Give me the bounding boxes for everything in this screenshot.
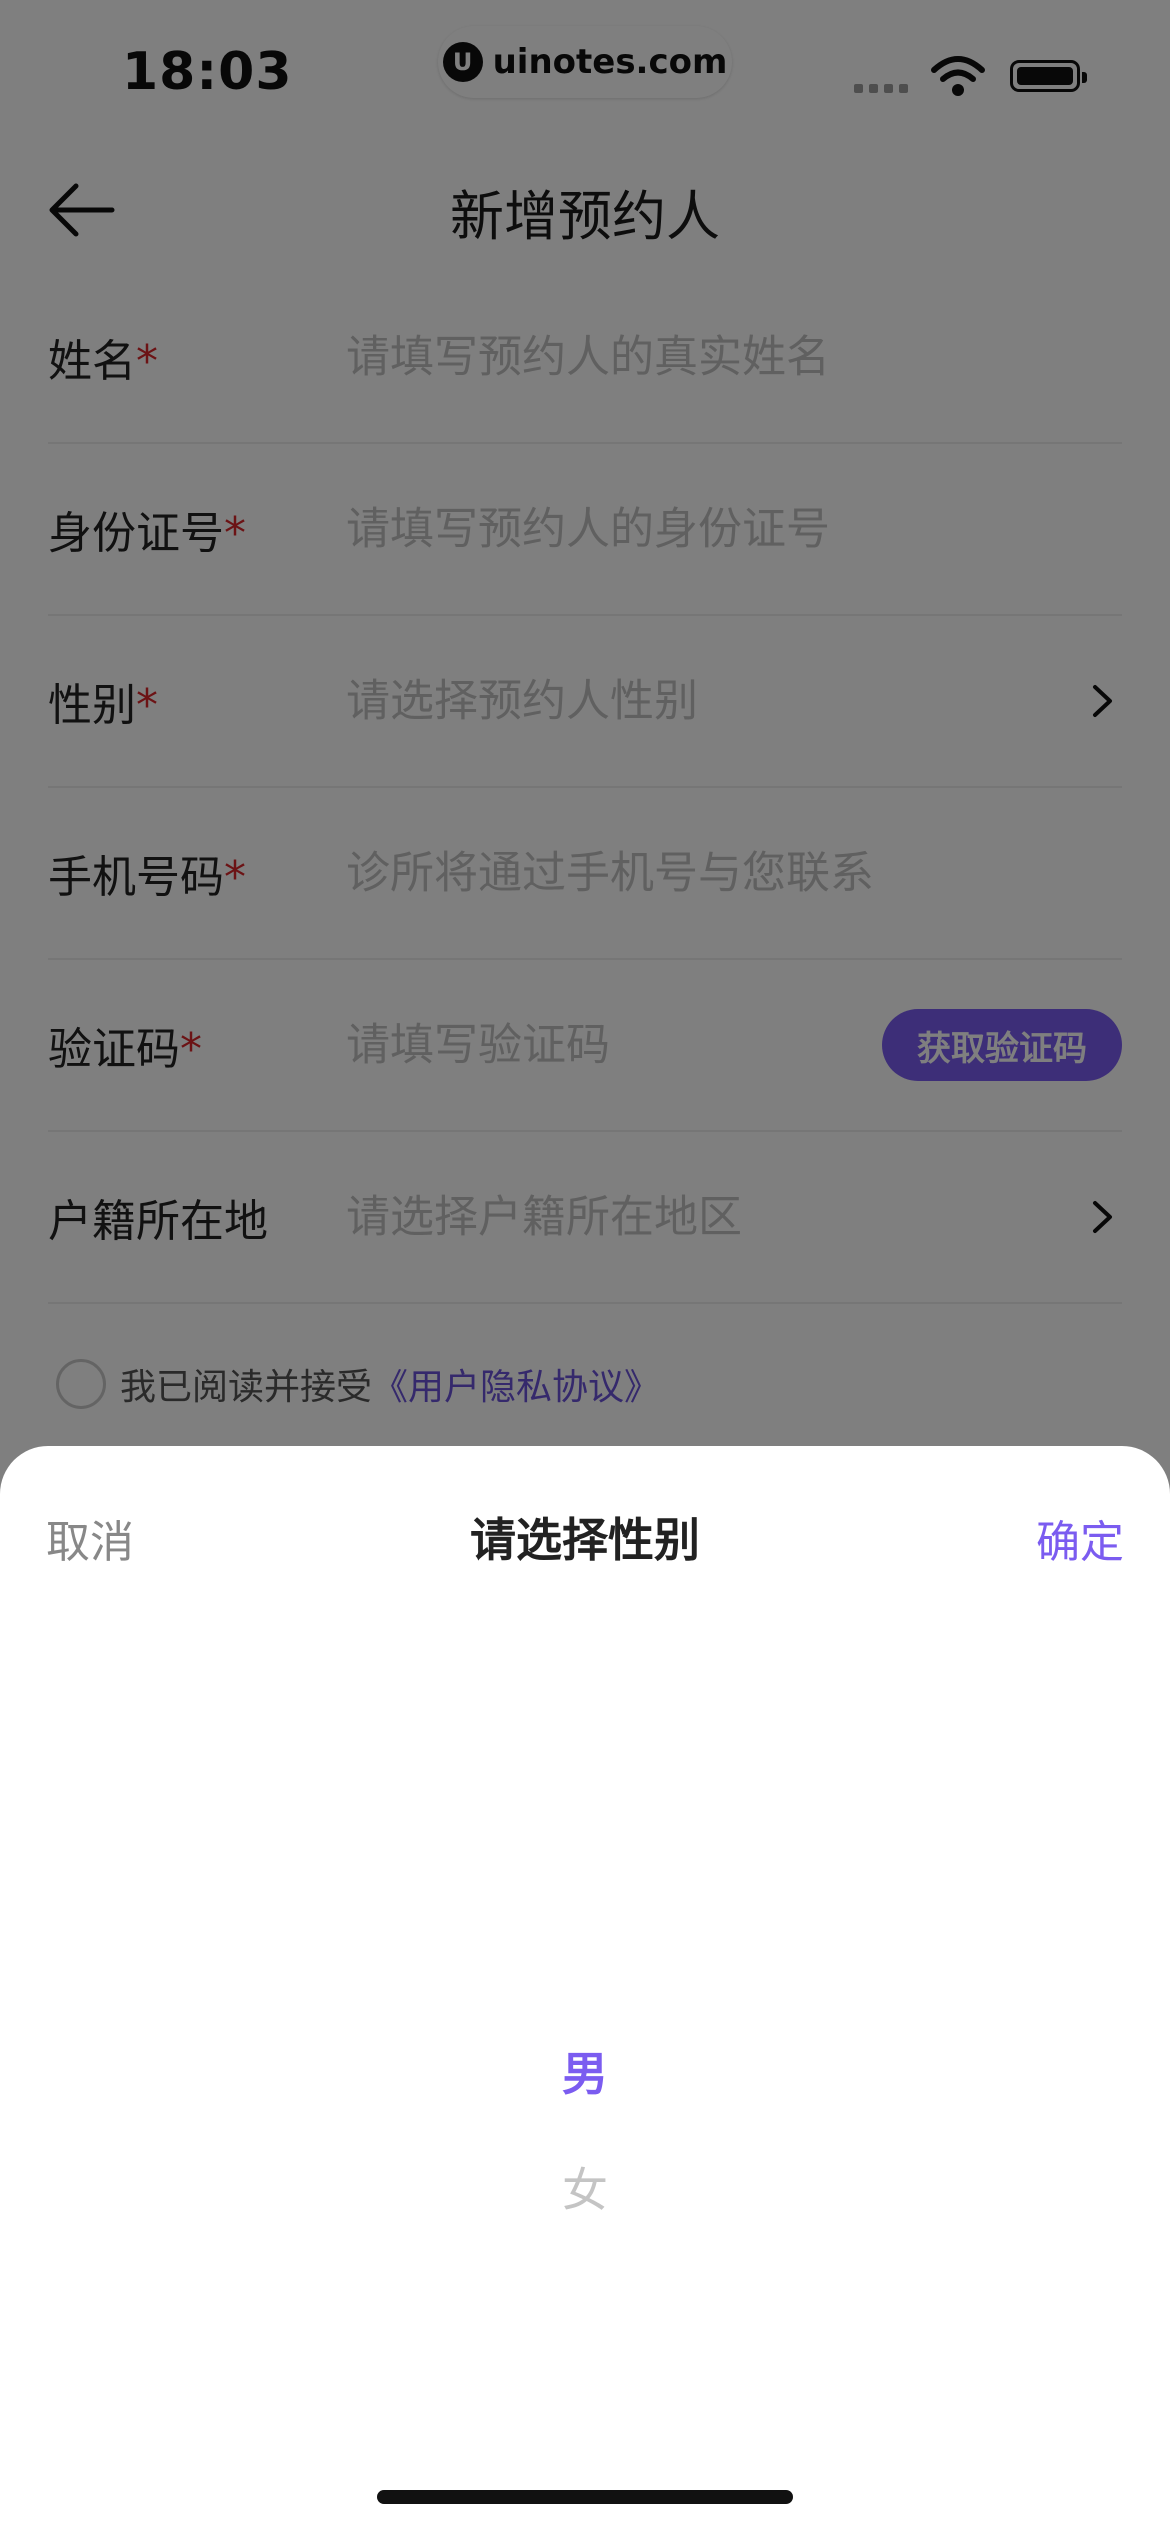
- gender-picker[interactable]: 男 女: [0, 2016, 1170, 2248]
- confirm-button[interactable]: 确定: [1036, 1506, 1124, 1570]
- sheet-title: 请选择性别: [470, 1513, 700, 1567]
- picker-option-female[interactable]: 女: [0, 2132, 1170, 2248]
- gender-picker-sheet: 取消 请选择性别 确定 男 女: [0, 1446, 1170, 2532]
- picker-option-male[interactable]: 男: [0, 2016, 1170, 2132]
- home-indicator: [377, 2490, 793, 2504]
